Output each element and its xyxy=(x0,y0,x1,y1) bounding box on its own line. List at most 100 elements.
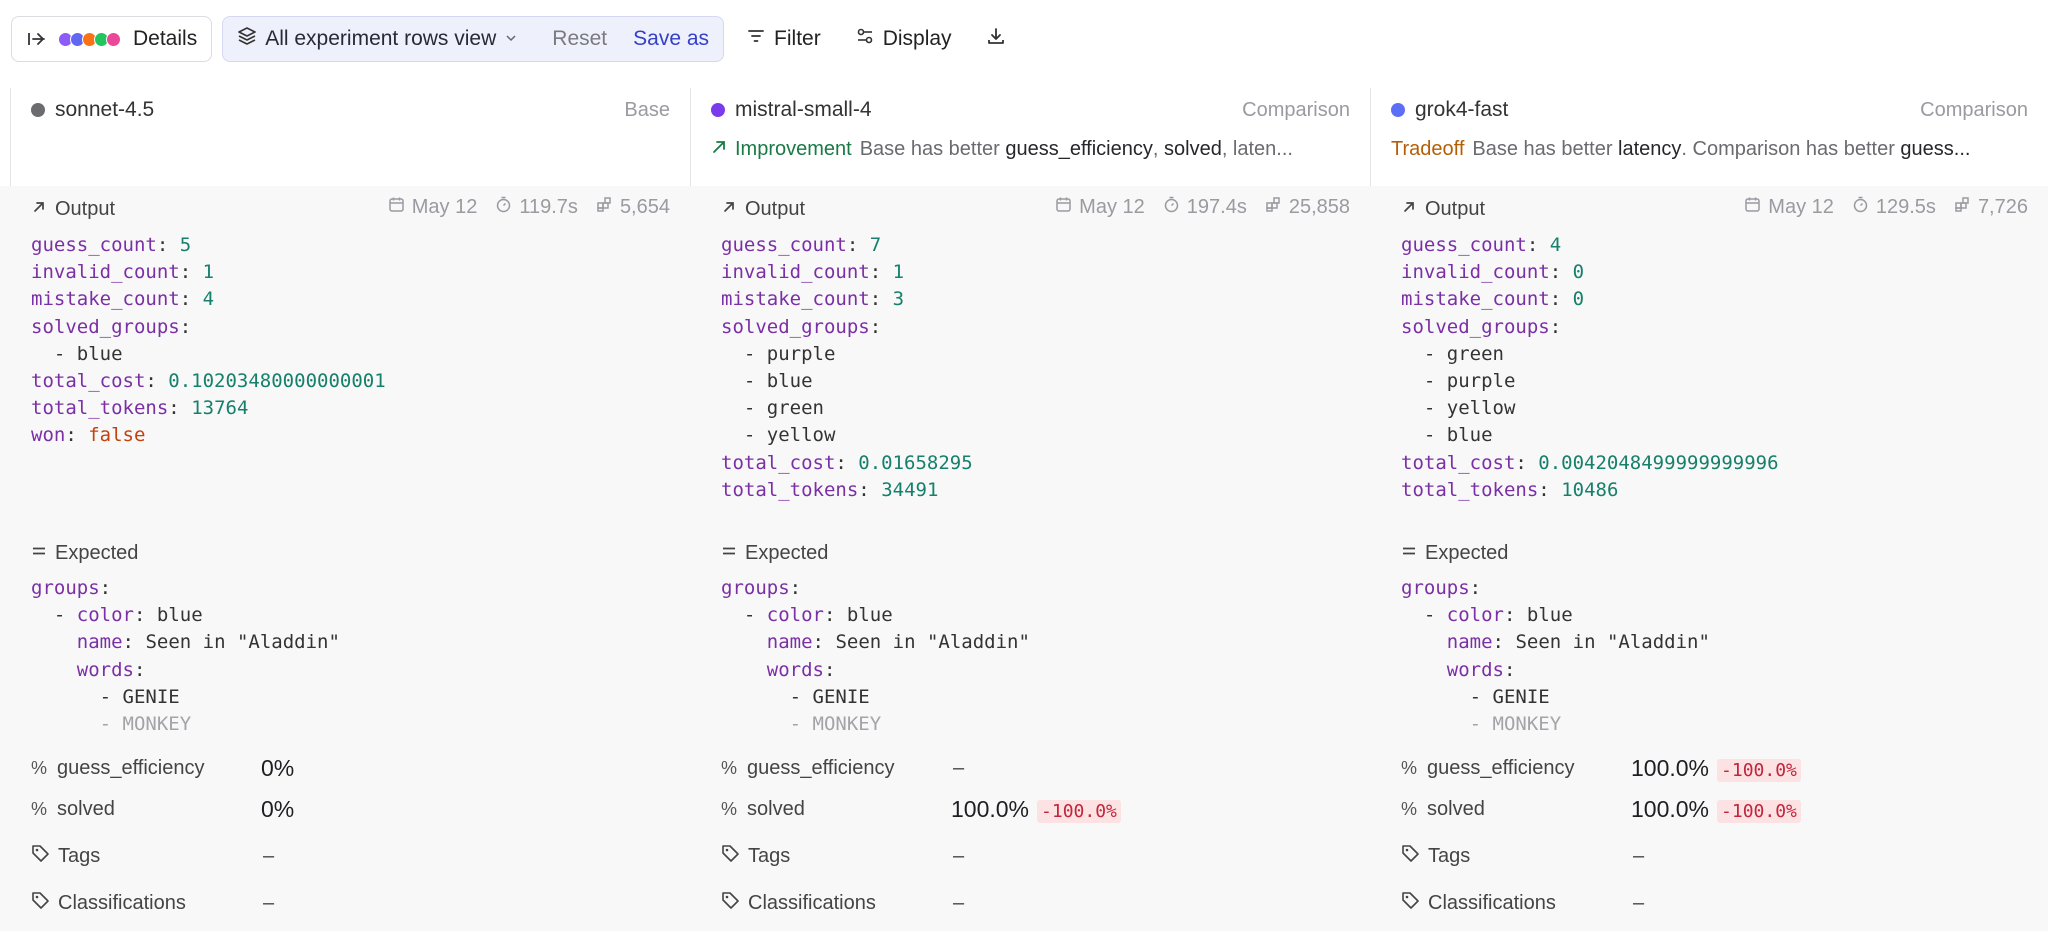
model-name[interactable]: mistral-small-4 xyxy=(735,98,872,122)
chevron-down-icon xyxy=(504,27,518,51)
yaml-value: 1 xyxy=(892,261,905,284)
classifications-row[interactable]: Classifications – xyxy=(31,888,670,918)
model-role: Comparison xyxy=(1920,98,2028,121)
yaml-line: - GENIE xyxy=(31,685,180,708)
details-label: Details xyxy=(133,27,198,50)
yaml-value: 4 xyxy=(202,288,215,311)
summary-metric: guess... xyxy=(1900,138,1971,160)
download-button[interactable] xyxy=(974,16,1018,62)
yaml-line: - green xyxy=(1401,342,1504,365)
expected-header[interactable]: Expected xyxy=(31,542,138,565)
score-delta: -100.0% xyxy=(1717,799,1801,823)
tags-row[interactable]: Tags – xyxy=(721,841,1350,871)
tokens-value: 25,858 xyxy=(1288,196,1350,218)
score-value: 0% xyxy=(261,795,295,822)
view-group: All experiment rows view Reset Save as xyxy=(222,16,725,62)
comparison-summary[interactable]: Tradeoff Base has better latency. Compari… xyxy=(1391,138,2028,161)
yaml-line: total_tokens: 34491 xyxy=(721,478,939,501)
yaml-key: words xyxy=(766,658,824,681)
duration-meta: 129.5s xyxy=(1852,196,1936,219)
column-header: mistral-small-4 Comparison Improvement Ba… xyxy=(690,88,1370,186)
classifications-row[interactable]: Classifications – xyxy=(721,888,1350,918)
score-row[interactable]: % guess_efficiency 100.0% -100.0% xyxy=(1401,753,2028,783)
color-dot xyxy=(106,31,121,47)
yaml-key: name xyxy=(766,631,813,654)
model-name[interactable]: sonnet-4.5 xyxy=(55,98,154,122)
yaml-item: GENIE xyxy=(122,685,180,708)
details-button[interactable]: Details xyxy=(11,16,213,62)
score-label-wrap: % guess_efficiency xyxy=(31,757,261,780)
summary-metric: guess_efficiency xyxy=(1005,138,1153,160)
tokens-value: 5,654 xyxy=(619,196,670,218)
score-row[interactable]: % solved 100.0% -100.0% xyxy=(721,794,1350,824)
display-button[interactable]: Display xyxy=(843,16,964,62)
output-yaml: guess_count: 4 invalid_count: 0 mistake_co… xyxy=(1401,232,1779,504)
percent-icon: % xyxy=(31,798,48,819)
tokens-meta: 25,858 xyxy=(1265,196,1350,219)
output-header[interactable]: Output xyxy=(31,198,115,221)
filter-label: Filter xyxy=(774,27,821,50)
tags-row[interactable]: Tags – xyxy=(1401,841,2028,871)
yaml-line: total_cost: 0.0042048499999999996 xyxy=(1401,451,1779,474)
filter-button[interactable]: Filter xyxy=(734,16,833,62)
save-as-button[interactable]: Save as xyxy=(633,27,709,51)
summary-metric: latency xyxy=(1618,138,1682,160)
score-value-wrap: 0% xyxy=(261,796,294,823)
yaml-key: name xyxy=(1446,631,1493,654)
score-row[interactable]: % solved 100.0% -100.0% xyxy=(1401,794,2028,824)
reset-button[interactable]: Reset xyxy=(552,27,607,51)
score-row[interactable]: % solved 0% xyxy=(31,794,670,824)
score-row[interactable]: % guess_efficiency – xyxy=(721,753,1350,783)
tags-row[interactable]: Tags – xyxy=(31,841,670,871)
output-meta: May 12 129.5s 7,726 xyxy=(1744,196,2028,219)
arrow-up-right-icon xyxy=(721,198,737,221)
yaml-line: total_tokens: 13764 xyxy=(31,397,249,420)
yaml-item: MONKEY xyxy=(1492,713,1562,736)
arrow-up-right-icon xyxy=(1401,198,1417,221)
score-label-wrap: % guess_efficiency xyxy=(721,757,951,780)
view-selector[interactable]: All experiment rows view xyxy=(237,26,518,52)
layers-icon xyxy=(237,26,257,52)
comparison-summary[interactable]: Improvement Base has better guess_efficie… xyxy=(711,138,1350,161)
percent-icon: % xyxy=(721,757,738,778)
model-role: Comparison xyxy=(1242,98,1350,121)
model-name[interactable]: grok4-fast xyxy=(1415,98,1508,122)
score-row[interactable]: % guess_efficiency 0% xyxy=(31,753,670,783)
output-header[interactable]: Output xyxy=(721,198,805,221)
yaml-line: name: Seen in "Aladdin" xyxy=(1446,631,1710,654)
yaml-key: words xyxy=(76,658,134,681)
yaml-value: blue xyxy=(846,604,893,627)
score-value: 100.0% xyxy=(951,795,1030,822)
output-header[interactable]: Output xyxy=(1401,198,1485,221)
yaml-key: color xyxy=(1446,604,1504,627)
duration-value: 119.7s xyxy=(519,196,578,218)
classifications-value: – xyxy=(1633,891,1645,914)
tags-value: – xyxy=(263,844,275,867)
percent-icon: % xyxy=(721,798,738,819)
experiment-column: mistral-small-4 Comparison Improvement Ba… xyxy=(690,88,1370,931)
score-label: guess_efficiency xyxy=(1427,756,1575,779)
filter-icon xyxy=(746,26,766,52)
yaml-line: - blue xyxy=(1401,424,1493,447)
summary-text: Base has better latency. Comparison has … xyxy=(1472,138,1971,160)
expected-header[interactable]: Expected xyxy=(721,542,828,565)
score-value: 100.0% xyxy=(1631,795,1710,822)
tokens-meta: 5,654 xyxy=(596,196,670,219)
output-title: Output xyxy=(745,198,806,220)
score-value-wrap: 0% xyxy=(261,755,294,782)
model-color-dot xyxy=(711,103,725,117)
score-empty: – xyxy=(953,756,965,779)
score-label: solved xyxy=(747,797,805,820)
yaml-key: groups xyxy=(1401,577,1470,599)
classifications-row[interactable]: Classifications – xyxy=(1401,888,2028,918)
expected-header[interactable]: Expected xyxy=(1401,542,1508,565)
experiment-color-dots xyxy=(58,31,121,47)
yaml-value: 3 xyxy=(892,288,905,311)
equals-icon xyxy=(721,542,737,565)
blocks-icon xyxy=(1954,196,1971,219)
yaml-line: - yellow xyxy=(721,424,836,447)
tag-icon xyxy=(31,844,50,869)
yaml-line: solved_groups: xyxy=(31,315,192,338)
yaml-line: guess_count: 5 xyxy=(31,234,192,256)
sliders-icon xyxy=(855,26,875,52)
